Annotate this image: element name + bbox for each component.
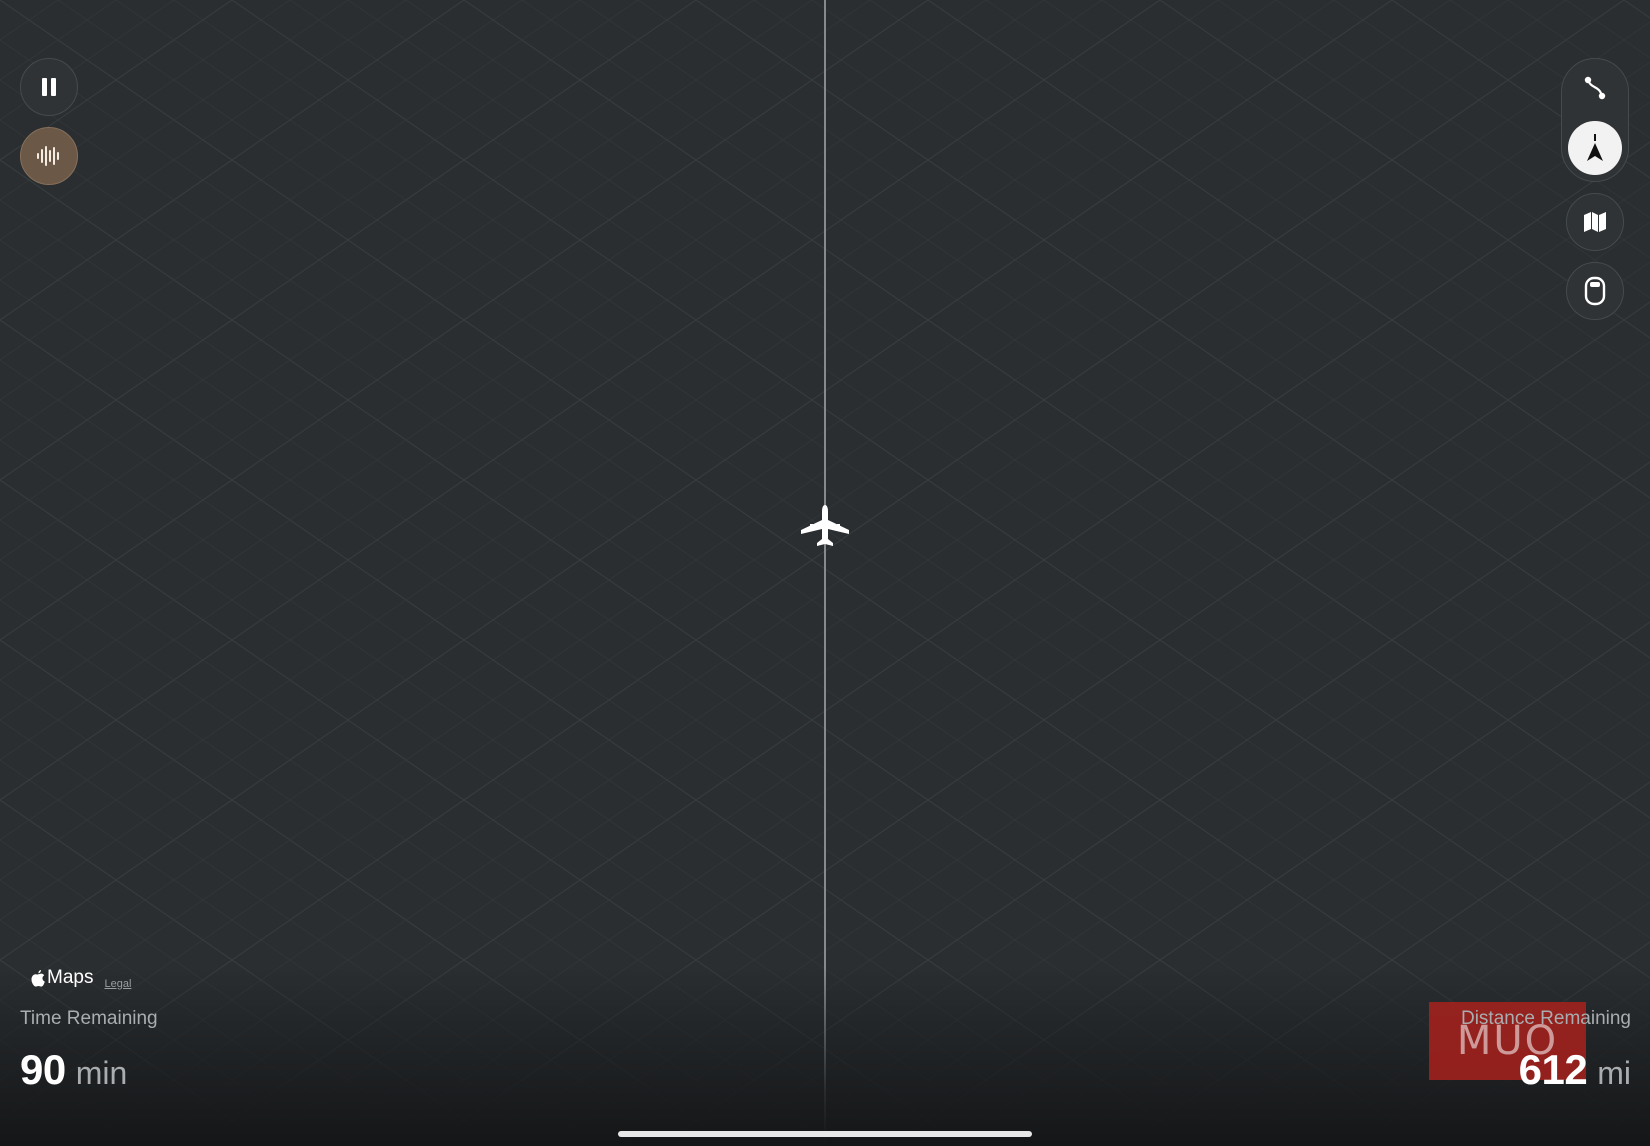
grid-line	[0, 0, 1393, 961]
airplane-window-icon	[1584, 276, 1606, 306]
grid-line	[521, 0, 1650, 779]
grid-line	[774, 541, 1650, 1146]
grid-line	[1449, 0, 1650, 139]
grid-line	[927, 0, 1650, 499]
grid-line	[0, 0, 1103, 761]
grid-line	[0, 279, 1256, 1146]
grid-line	[0, 0, 987, 681]
grid-line	[136, 101, 1650, 1146]
distance-remaining-unit: mi	[1597, 1055, 1631, 1091]
grid-line	[0, 0, 1335, 921]
grid-line	[115, 0, 1650, 1059]
time-remaining-unit: min	[75, 1055, 128, 1091]
grid-line	[0, 0, 929, 641]
airplane-icon	[801, 505, 849, 546]
grid-line	[0, 119, 1488, 1146]
location-arrow-icon	[1587, 134, 1603, 161]
distance-remaining-label: Distance Remaining	[1460, 1008, 1631, 1029]
grid-line	[1064, 741, 1650, 1146]
grid-line	[0, 0, 1509, 1041]
distance-remaining-number: 612	[1518, 1046, 1588, 1093]
grid-line	[716, 501, 1650, 1146]
time-remaining-number: 90	[20, 1046, 66, 1093]
window-view-button[interactable]	[1566, 262, 1624, 320]
grid-line	[252, 181, 1650, 1146]
waveform-icon	[37, 146, 59, 166]
grid-line	[0, 39, 1604, 1146]
grid-line	[78, 61, 1650, 1146]
grid-line	[0, 199, 1372, 1146]
grid-line	[1101, 0, 1650, 379]
route-button[interactable]	[1574, 65, 1616, 111]
grid-line	[0, 0, 1161, 801]
maps-brand-text: Maps	[47, 967, 94, 988]
grid-line	[637, 0, 1650, 699]
grid-line	[869, 0, 1650, 539]
grid-line	[0, 0, 1219, 841]
time-remaining-value: 90 min	[20, 1046, 127, 1094]
grid-line	[542, 381, 1650, 1146]
grid-line	[600, 421, 1650, 1146]
grid-line	[1006, 701, 1650, 1146]
legal-link[interactable]: Legal	[104, 978, 131, 990]
grid-line	[1470, 1021, 1650, 1146]
distance-remaining-value: 612 mi	[1519, 1046, 1631, 1094]
grid-line	[811, 0, 1650, 579]
grid-line	[0, 0, 1625, 1121]
grid-line	[405, 0, 1650, 859]
map-style-button[interactable]	[1566, 193, 1624, 251]
route-icon	[1584, 76, 1606, 100]
pause-icon	[42, 78, 56, 96]
grid-line	[1043, 0, 1650, 419]
apple-logo-icon	[31, 969, 45, 987]
home-indicator[interactable]	[618, 1131, 1032, 1137]
grid-line	[0, 0, 1567, 1081]
time-remaining-label: Time Remaining	[20, 1008, 158, 1029]
grid-line	[695, 0, 1650, 659]
flight-map[interactable]	[0, 0, 1650, 1146]
grid-line	[463, 0, 1650, 819]
grid-line	[0, 0, 1451, 1001]
maps-brand: Maps	[31, 967, 93, 989]
grid-line	[1623, 0, 1650, 19]
maps-attribution: Maps Legal	[31, 967, 131, 990]
grid-line	[20, 21, 1650, 1146]
grid-line	[310, 221, 1650, 1146]
audio-button[interactable]	[20, 127, 78, 185]
grid-line	[289, 0, 1650, 939]
view-mode-group	[1561, 58, 1629, 182]
grid-line	[658, 461, 1650, 1146]
grid-line	[173, 0, 1650, 1019]
follow-button[interactable]	[1568, 121, 1622, 175]
pause-button[interactable]	[20, 58, 78, 116]
map-icon	[1584, 212, 1606, 232]
